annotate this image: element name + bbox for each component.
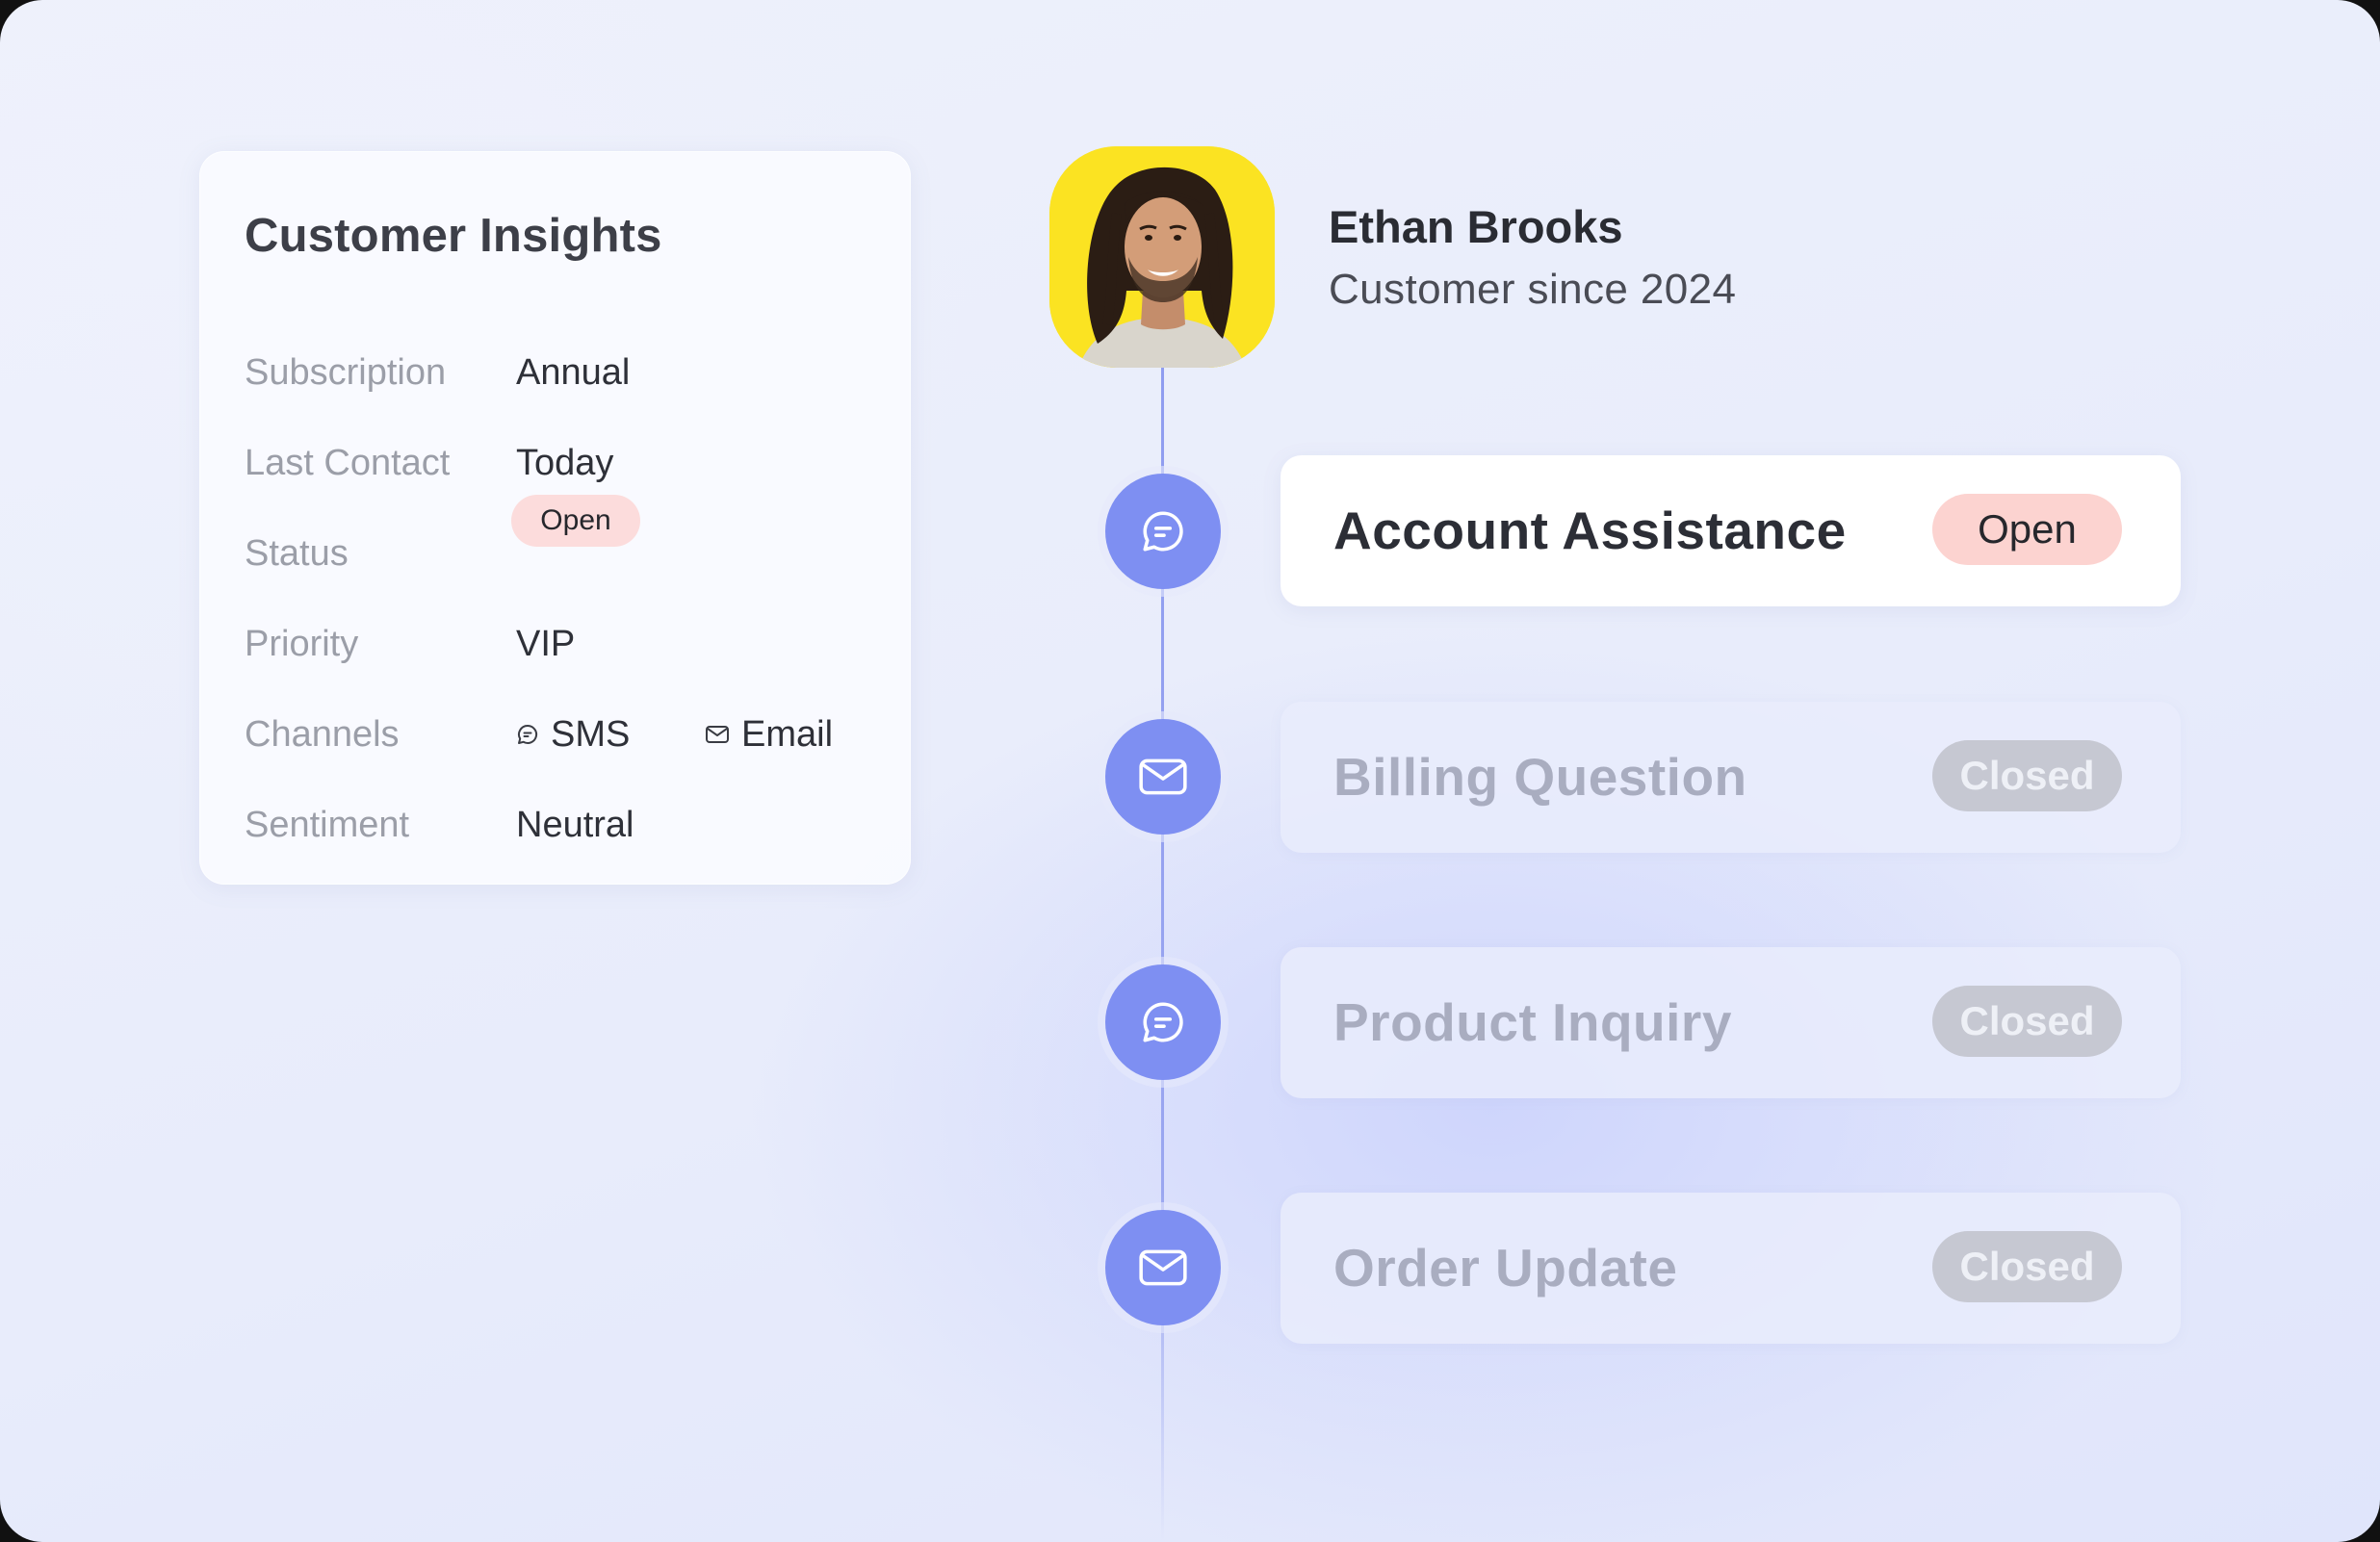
- ticket-title: Billing Question: [1333, 747, 1747, 807]
- row-priority: Priority VIP: [245, 615, 880, 673]
- status-badge: Closed: [1932, 986, 2122, 1057]
- status-badge: Closed: [1932, 740, 2122, 811]
- row-label: Channels: [245, 714, 400, 755]
- person-avatar-illustration: [1049, 146, 1275, 368]
- channel-label: SMS: [551, 713, 631, 755]
- ticket-card[interactable]: Billing Question Closed: [1281, 702, 2181, 853]
- row-label: Last Contact: [245, 443, 451, 483]
- channel-email: Email: [705, 706, 833, 763]
- subscription-value: Annual: [516, 352, 631, 393]
- mail-icon: [1139, 758, 1187, 795]
- ticket-title: Order Update: [1333, 1238, 1678, 1298]
- app-frame: Customer Insights Subscription Annual La…: [0, 0, 2380, 1542]
- status-badge: Closed: [1932, 1231, 2122, 1302]
- row-last-contact: Last Contact Today: [245, 434, 880, 492]
- mail-icon: [1139, 1249, 1187, 1286]
- customer-since: Customer since 2024: [1329, 266, 1737, 313]
- ticket-card[interactable]: Account Assistance Open: [1281, 455, 2181, 606]
- mail-icon: [706, 726, 729, 743]
- last-contact-value: Today: [516, 443, 614, 483]
- chat-icon: [518, 724, 538, 744]
- row-label: Sentiment: [245, 805, 410, 845]
- timeline-node: [1105, 1210, 1221, 1325]
- customer-name: Ethan Brooks: [1329, 201, 1623, 252]
- ticket-title: Product Inquiry: [1333, 992, 1732, 1052]
- ticket-title: Account Assistance: [1333, 501, 1847, 560]
- row-label: Subscription: [245, 352, 447, 393]
- sentiment-value: Neutral: [516, 805, 634, 845]
- row-channels: Channels SMS Email: [245, 706, 880, 763]
- timeline-node: [1105, 964, 1221, 1080]
- chat-icon: [1143, 511, 1183, 552]
- row-label: Priority: [245, 624, 359, 664]
- customer-insights-card: Customer Insights Subscription Annual La…: [199, 151, 911, 885]
- row-subscription: Subscription Annual: [245, 344, 880, 401]
- status-badge: Open: [1932, 494, 2122, 565]
- avatar: [1049, 146, 1275, 368]
- timeline-node: [1105, 719, 1221, 835]
- card-title: Customer Insights: [245, 210, 662, 262]
- row-sentiment: Sentiment Neutral: [245, 796, 880, 854]
- chat-icon: [1143, 1002, 1183, 1042]
- timeline-node: [1105, 474, 1221, 589]
- status-badge: Open: [511, 495, 640, 547]
- ticket-card[interactable]: Order Update Closed: [1281, 1193, 2181, 1344]
- channel-sms: SMS: [516, 706, 630, 763]
- ticket-card[interactable]: Product Inquiry Closed: [1281, 947, 2181, 1098]
- channel-label: Email: [741, 713, 834, 755]
- priority-value: VIP: [516, 624, 576, 664]
- row-label: Status: [245, 533, 349, 574]
